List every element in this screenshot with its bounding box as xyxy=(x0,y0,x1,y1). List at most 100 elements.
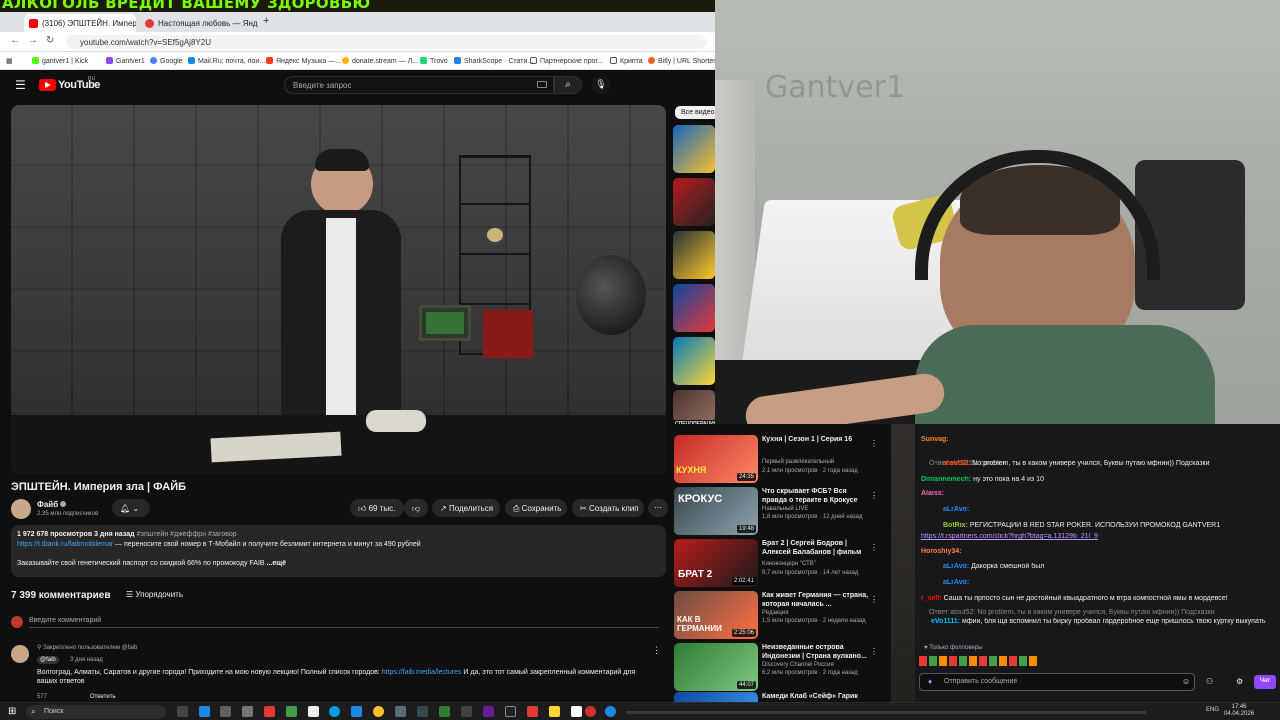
windows-start-icon[interactable]: ⊞ xyxy=(8,706,16,717)
chat-username[interactable]: Sunvag: xyxy=(921,436,949,443)
save-button[interactable]: ⎙ Сохранить xyxy=(505,499,567,517)
edge-app-icon[interactable] xyxy=(199,706,210,717)
channel-avatar[interactable] xyxy=(11,499,31,519)
bookmark-apps-icon[interactable]: ▦ xyxy=(6,57,13,65)
app-icon[interactable] xyxy=(571,706,582,717)
app-icon[interactable] xyxy=(585,706,596,717)
sidebar-thumbnail[interactable] xyxy=(673,178,715,226)
bookmark-item[interactable]: Gantver1 xyxy=(106,57,145,65)
chat-username[interactable]: aLrAvo: xyxy=(943,563,969,570)
show-more-link[interactable]: ...ещё xyxy=(267,560,287,567)
recommendation-item[interactable]: 44:07 Неизведанные острова Индонезии | С… xyxy=(674,643,884,691)
recommendation-item[interactable]: БРАТ 2 2:02:41 Брат 2 | Сергей Бодров | А… xyxy=(674,539,884,587)
chat-username[interactable]: atout52: xyxy=(943,460,970,467)
back-icon[interactable]: ← xyxy=(10,35,20,46)
channel-name[interactable]: Файб xyxy=(37,500,58,509)
taskbar-search[interactable]: ⌕ Поиск xyxy=(26,705,166,719)
youtube-logo-icon[interactable] xyxy=(39,79,56,91)
sidebar-thumbnail[interactable] xyxy=(673,125,715,173)
app-icon[interactable] xyxy=(605,706,616,717)
app-icon[interactable] xyxy=(527,706,538,717)
chat-username[interactable]: eVo1111: xyxy=(931,618,960,625)
sidebar-thumbnail[interactable] xyxy=(673,231,715,279)
chat-send-button[interactable]: Чат xyxy=(1254,675,1276,689)
video-player[interactable] xyxy=(11,105,666,474)
pinned-comment-avatar[interactable] xyxy=(11,645,29,663)
sort-button[interactable]: ☰ Упорядочить xyxy=(126,590,183,599)
chat-username[interactable]: Horoshiy34: xyxy=(921,548,961,555)
app-icon[interactable] xyxy=(329,706,340,717)
app-icon[interactable] xyxy=(505,706,516,717)
rec-menu-icon[interactable]: ⋮ xyxy=(870,439,878,448)
menu-icon[interactable]: ☰ xyxy=(15,78,26,92)
app-icon[interactable] xyxy=(439,706,450,717)
bits-icon[interactable]: ♦ xyxy=(928,677,932,686)
keyboard-icon[interactable] xyxy=(537,81,547,88)
rec-menu-icon[interactable]: ⋮ xyxy=(870,647,878,656)
clock[interactable]: 17:46 04.04.2026 xyxy=(1224,704,1254,718)
chat-settings-icon[interactable]: ⚙ xyxy=(1236,677,1243,686)
like-button[interactable]: 👍︎ 69 тыс. xyxy=(350,499,404,517)
chat-input[interactable]: Отправить сообщение xyxy=(919,673,1195,691)
app-icon[interactable] xyxy=(242,706,253,717)
bookmark-item[interactable]: Партнерские прог... xyxy=(530,57,603,65)
sidebar-thumbnail[interactable] xyxy=(673,337,715,385)
search-button[interactable]: ⌕ xyxy=(554,76,582,94)
rec-menu-icon[interactable]: ⋮ xyxy=(870,543,878,552)
bookmark-item[interactable]: Google xyxy=(150,57,183,65)
app-icon[interactable] xyxy=(351,706,362,717)
bookmark-item[interactable]: Trovo xyxy=(420,57,448,65)
bookmark-item[interactable]: SharkScope · Стати... xyxy=(454,57,533,65)
mic-button[interactable]: 🎙 xyxy=(592,76,610,94)
forward-icon[interactable]: → xyxy=(28,35,38,46)
comment-menu-icon[interactable]: ⋮ xyxy=(652,645,661,656)
reload-icon[interactable]: ↻ xyxy=(46,35,54,46)
bookmark-item[interactable]: Яндекс Музыка —... xyxy=(266,57,341,65)
chat-username[interactable]: r_sell: xyxy=(921,595,942,602)
app-icon[interactable] xyxy=(483,706,494,717)
rec-menu-icon[interactable]: ⋮ xyxy=(870,595,878,604)
reply-button[interactable]: Ответить xyxy=(90,694,116,700)
pinned-link[interactable]: https://faib.media/lectures xyxy=(382,669,462,676)
bookmark-item[interactable]: Крипта xyxy=(610,57,643,65)
chat-text[interactable]: https://t.rspartners.com/click?hrgh?btag… xyxy=(921,533,1098,540)
chip-all-videos[interactable]: Все видео xyxy=(675,106,715,119)
bookmark-item[interactable]: gantver1 | Kick xyxy=(32,57,88,65)
chat-username[interactable]: aLrAvo: xyxy=(943,506,969,513)
task-view-icon[interactable] xyxy=(177,706,188,717)
dislike-button[interactable]: 👎︎ xyxy=(404,499,428,517)
clip-button[interactable]: ✂ Создать клип xyxy=(572,499,644,517)
video-description[interactable]: 1 972 678 просмотров 3 дня назад #эпштей… xyxy=(11,525,666,577)
subscribe-bell-button[interactable]: 🔔︎ ⌄ xyxy=(112,499,150,517)
tab-yandex[interactable]: Настоящая любовь — Яндекс xyxy=(140,14,258,32)
chat-username[interactable]: Dimannemech: xyxy=(921,476,971,483)
more-options-button[interactable]: ⋯ xyxy=(648,499,668,517)
url-field[interactable]: youtube.com/watch?v=SEf5gAj8Y2U xyxy=(66,35,706,49)
new-tab-icon[interactable]: + xyxy=(263,15,269,27)
recommendation-item[interactable]: КАК В ГЕРМАНИИ 2:25:06 Как живет Германия… xyxy=(674,591,884,639)
app-icon[interactable] xyxy=(308,706,319,717)
description-link[interactable]: https://t.tbank.ru/faibmobilemar xyxy=(17,541,113,548)
rec-menu-icon[interactable]: ⋮ xyxy=(870,491,878,500)
channel-points-icon[interactable]: ⚇ xyxy=(1206,677,1213,686)
app-icon[interactable] xyxy=(417,706,428,717)
recommendation-item[interactable]: КУХНЯ 24:35 Кухня | Сезон 1 | Серия 16 Пе… xyxy=(674,435,884,483)
search-input[interactable]: Введите запрос xyxy=(284,76,554,94)
chat-username[interactable]: aLrAvo: xyxy=(943,579,969,586)
recommendation-item[interactable]: КРОКУС 19:48 Что скрывает ФСБ? Вся правда… xyxy=(674,487,884,535)
chat-username[interactable]: BotRix: xyxy=(943,522,968,529)
app-icon[interactable] xyxy=(264,706,275,717)
app-icon[interactable] xyxy=(220,706,231,717)
tab-youtube[interactable]: (3106) ЭПШТЕЙН. Империя xyxy=(24,14,136,32)
app-icon[interactable] xyxy=(286,706,297,717)
recommendation-item[interactable]: Камеди Клаб «Сейф» Гарик xyxy=(674,692,884,702)
pinned-author[interactable]: @faib xyxy=(37,656,59,664)
language-indicator[interactable]: ENG xyxy=(1206,707,1219,713)
chrome-app-icon[interactable] xyxy=(373,706,384,717)
chat-username[interactable]: Alaiss: xyxy=(921,490,944,497)
bookmark-item[interactable]: Mail.Ru: почта, пои... xyxy=(188,57,265,65)
emote-picker-icon[interactable]: ☺ xyxy=(1182,677,1190,686)
sidebar-thumbnail[interactable] xyxy=(673,284,715,332)
sidebar-thumbnail[interactable] xyxy=(673,390,715,422)
hashtags[interactable]: #эпштейн #джеффри #заговор xyxy=(137,531,237,538)
